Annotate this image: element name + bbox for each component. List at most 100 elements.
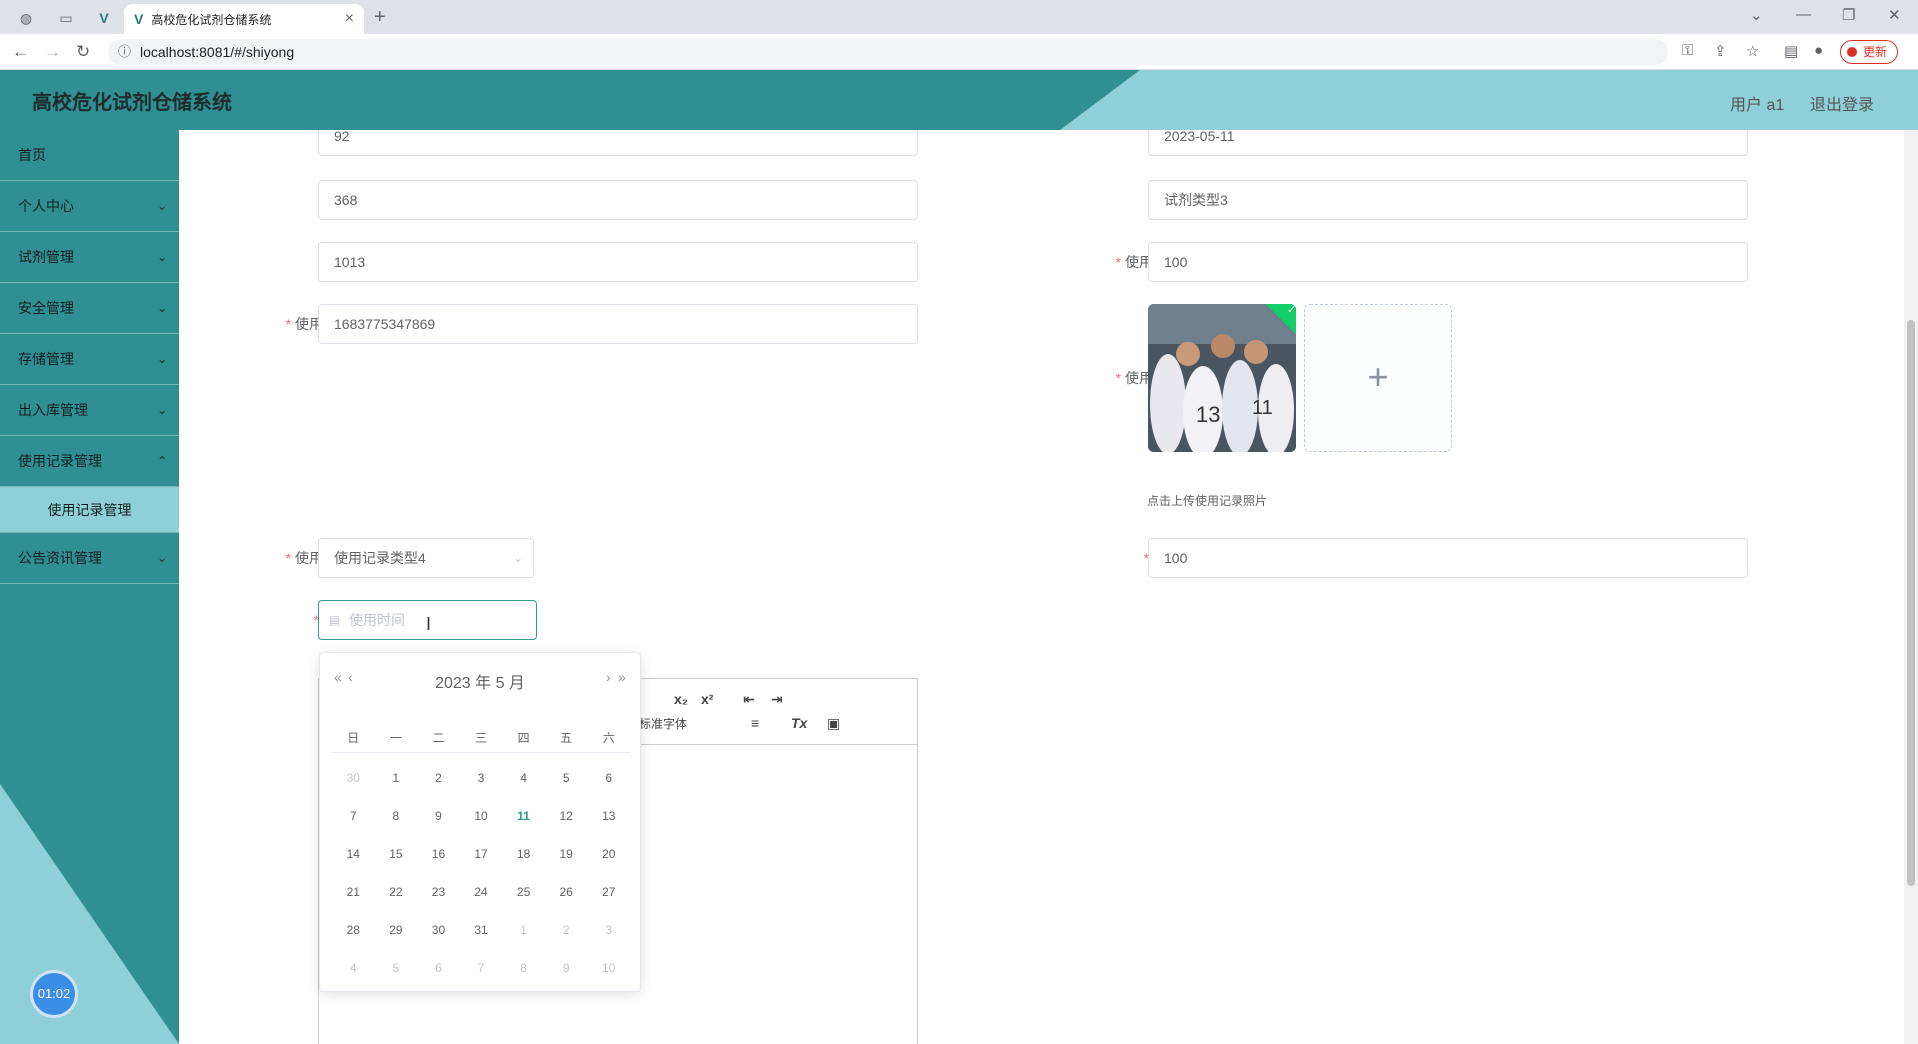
- calendar-day[interactable]: 20: [587, 835, 630, 873]
- calendar-day[interactable]: 8: [375, 797, 418, 835]
- calendar-day[interactable]: 8: [502, 949, 545, 987]
- calendar-day[interactable]: 9: [417, 797, 460, 835]
- sidebar-item-news[interactable]: 公告资讯管理 ⌄: [0, 533, 179, 584]
- reload-icon[interactable]: ↻: [76, 42, 90, 62]
- calendar-day[interactable]: 13: [587, 797, 630, 835]
- use-qty-input[interactable]: 100: [1148, 538, 1748, 578]
- calendar-day[interactable]: 4: [502, 759, 545, 797]
- sidebar-item-reagent[interactable]: 试剂管理 ⌄: [0, 232, 179, 283]
- star-icon[interactable]: ☆: [1746, 42, 1759, 60]
- calendar-day[interactable]: 2: [417, 759, 460, 797]
- calendar-day[interactable]: 30: [417, 911, 460, 949]
- calendar-day[interactable]: 15: [375, 835, 418, 873]
- calendar-day[interactable]: 1: [375, 759, 418, 797]
- calendar-day[interactable]: 17: [460, 835, 503, 873]
- text-cursor-icon: I: [426, 614, 432, 634]
- calendar-day[interactable]: 6: [417, 949, 460, 987]
- globe-icon[interactable]: ◍: [12, 5, 40, 31]
- calendar-day[interactable]: 25: [502, 873, 545, 911]
- url-field[interactable]: ⓘ localhost:8081/#/shiyong: [108, 39, 1668, 65]
- subscript-icon[interactable]: x₂: [674, 691, 688, 707]
- close-icon[interactable]: ×: [345, 10, 354, 28]
- calendar-week-row: 7 8 9 10 11 12 13: [332, 797, 630, 835]
- uploaded-photo[interactable]: 13 11 ✓: [1148, 304, 1296, 452]
- profile-icon[interactable]: ●: [1814, 42, 1823, 59]
- calendar-day[interactable]: 30: [332, 759, 375, 797]
- clear-format-icon[interactable]: Tx: [791, 715, 807, 731]
- calendar-day[interactable]: 27: [587, 873, 630, 911]
- scrollbar-thumb[interactable]: [1907, 320, 1915, 886]
- sidebar-item-label: 安全管理: [18, 300, 74, 316]
- sidebar-item-safety[interactable]: 安全管理 ⌄: [0, 283, 179, 334]
- next-month-icon[interactable]: ›: [606, 669, 611, 685]
- vue-icon[interactable]: V: [90, 5, 118, 31]
- sidebar-item-usage[interactable]: 使用记录管理 ⌃: [0, 436, 179, 487]
- logout-link[interactable]: 退出登录: [1810, 91, 1874, 115]
- calendar-day[interactable]: 24: [460, 873, 503, 911]
- calendar-day[interactable]: 5: [545, 759, 588, 797]
- weekday-label: 二: [432, 731, 445, 745]
- sidebar-item-storage[interactable]: 存储管理 ⌄: [0, 334, 179, 385]
- indent-icon[interactable]: ⇥: [771, 691, 783, 708]
- calendar-day[interactable]: 7: [460, 949, 503, 987]
- calendar-day[interactable]: 7: [332, 797, 375, 835]
- back-icon[interactable]: ←: [12, 42, 29, 62]
- calendar-day[interactable]: 5: [375, 949, 418, 987]
- calendar-day[interactable]: 31: [460, 911, 503, 949]
- restore-icon[interactable]: ❐: [1842, 6, 1855, 24]
- record-name-input[interactable]: 100: [1148, 242, 1748, 282]
- calendar-day[interactable]: 19: [545, 835, 588, 873]
- batch-input[interactable]: 92: [318, 130, 918, 156]
- browser-tab-active[interactable]: V 高校危化试剂仓储系统 ×: [124, 4, 364, 34]
- calendar-day[interactable]: 23: [417, 873, 460, 911]
- calendar-day[interactable]: 6: [587, 759, 630, 797]
- minimize-icon[interactable]: —: [1796, 6, 1811, 23]
- image-icon[interactable]: ▣: [827, 715, 840, 732]
- sidebar-item-profile[interactable]: 个人中心 ⌄: [0, 181, 179, 232]
- window-close-icon[interactable]: ✕: [1888, 6, 1901, 24]
- record-no-input[interactable]: 1683775347869: [318, 304, 918, 344]
- record-type-select[interactable]: 使用记录类型4 ⌄: [318, 538, 534, 578]
- forward-icon[interactable]: →: [44, 42, 61, 62]
- calendar-day[interactable]: 10: [460, 797, 503, 835]
- sidebar-item-inout[interactable]: 出入库管理 ⌄: [0, 385, 179, 436]
- prod-date-input[interactable]: 2023-05-11: [1148, 130, 1748, 156]
- chevron-down-icon[interactable]: ⌄: [1750, 6, 1763, 24]
- new-tab-icon[interactable]: +: [374, 6, 386, 29]
- calendar-day[interactable]: 29: [375, 911, 418, 949]
- outdent-icon[interactable]: ⇤: [743, 691, 755, 708]
- calendar-day[interactable]: 26: [545, 873, 588, 911]
- share-icon[interactable]: ⇪: [1714, 42, 1727, 60]
- update-button[interactable]: 更新: [1840, 40, 1899, 64]
- tab-icon[interactable]: ▭: [52, 5, 80, 31]
- sidebar-subitem-usage[interactable]: 使用记录管理: [0, 487, 179, 533]
- shelf-life-input[interactable]: 368: [318, 180, 918, 220]
- key-icon[interactable]: ⚿: [1682, 42, 1693, 59]
- calendar-day[interactable]: 16: [417, 835, 460, 873]
- page-scrollbar[interactable]: [1904, 130, 1918, 1044]
- next-year-icon[interactable]: »: [618, 669, 626, 685]
- sidepanel-icon[interactable]: ▤: [1784, 42, 1798, 60]
- calendar-day[interactable]: 11: [502, 797, 545, 835]
- calendar-day[interactable]: 3: [587, 911, 630, 949]
- calendar-day[interactable]: 4: [332, 949, 375, 987]
- calendar-day[interactable]: 18: [502, 835, 545, 873]
- calendar-day[interactable]: 3: [460, 759, 503, 797]
- sidebar-item-home[interactable]: 首页: [0, 130, 179, 181]
- calendar-day[interactable]: 2: [545, 911, 588, 949]
- calendar-day[interactable]: 22: [375, 873, 418, 911]
- font-select[interactable]: 标准字体: [639, 715, 687, 732]
- calendar-day[interactable]: 12: [545, 797, 588, 835]
- upload-add-button[interactable]: +: [1304, 304, 1452, 452]
- calendar-day[interactable]: 10: [587, 949, 630, 987]
- calendar-day[interactable]: 14: [332, 835, 375, 873]
- superscript-icon[interactable]: x²: [701, 691, 713, 707]
- quantity-input[interactable]: 1013: [318, 242, 918, 282]
- calendar-day[interactable]: 28: [332, 911, 375, 949]
- calendar-day[interactable]: 21: [332, 873, 375, 911]
- info-icon[interactable]: ⓘ: [118, 39, 131, 65]
- calendar-day[interactable]: 1: [502, 911, 545, 949]
- align-icon[interactable]: ≡: [751, 715, 759, 731]
- calendar-day[interactable]: 9: [545, 949, 588, 987]
- reagent-type-input[interactable]: 试剂类型3: [1148, 180, 1748, 220]
